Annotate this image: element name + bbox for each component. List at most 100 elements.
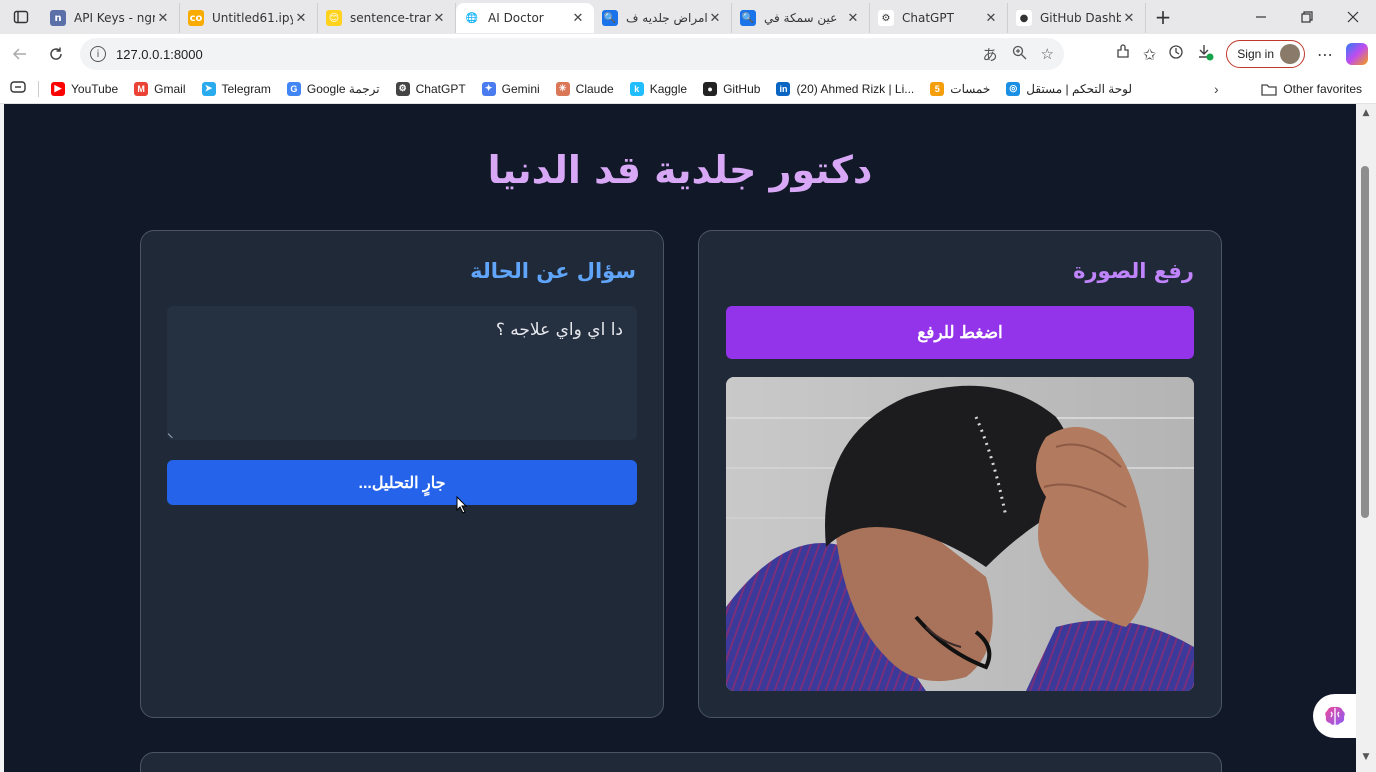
tab-1[interactable]: co Untitled61.ipynb✕ (180, 3, 318, 33)
upload-card: رفع الصورة اضغط للرفع (698, 230, 1222, 718)
new-tab-button[interactable]: + (1146, 0, 1180, 34)
tab-2[interactable]: 😊 sentence-transformers✕ (318, 3, 456, 33)
tab-close-icon[interactable]: ✕ (155, 11, 171, 26)
copilot-icon[interactable] (1346, 43, 1368, 65)
bookmarks-bar: ▶ YouTube M Gmail ➤ Telegram G Google ترجمة ⚙ Cha… (0, 74, 1376, 104)
analyze-button[interactable]: جارٍ التحليل... (167, 460, 637, 505)
tab-close-icon[interactable]: ✕ (570, 11, 586, 26)
url-text[interactable]: 127.0.0.1:8000 (116, 47, 203, 62)
bookmark-favicon-icon: 5 (930, 81, 945, 96)
bookmark-item[interactable]: 5 خمسات (930, 81, 991, 96)
more-menu-icon[interactable]: ⋯ (1317, 45, 1334, 64)
sign-in-button[interactable]: Sign in (1226, 40, 1305, 68)
results-card (140, 752, 1222, 772)
downloads-icon[interactable] (1196, 43, 1214, 65)
tab-title: sentence-transformers (350, 11, 431, 25)
minimize-button[interactable] (1238, 0, 1284, 34)
read-aloud-icon[interactable]: あ (983, 44, 998, 65)
page-scrollbar[interactable]: ▲ ▼ (1356, 104, 1376, 772)
tab-title: امراض جلديه ف (626, 11, 707, 25)
tab-favicon-icon: 😊 (326, 10, 342, 26)
bookmark-favicon-icon: ◎ (1006, 81, 1021, 96)
zoom-icon[interactable] (1012, 45, 1027, 64)
bookmark-label: Telegram (221, 81, 271, 96)
back-arrow-icon (12, 48, 26, 60)
other-favorites[interactable]: Other favorites (1261, 74, 1362, 104)
browser-toolbar: i 127.0.0.1:8000 あ ☆ ✩ Sign in ⋯ (0, 34, 1376, 74)
extensions-icon[interactable] (1115, 44, 1131, 64)
bookmark-label: GitHub (723, 81, 761, 96)
bookmark-item[interactable]: k Kaggle (629, 81, 688, 96)
bookmark-label: YouTube (71, 81, 119, 96)
other-favorites-label: Other favorites (1283, 82, 1362, 96)
scroll-down-icon[interactable]: ▼ (1356, 752, 1376, 768)
close-icon (1347, 11, 1359, 23)
bookmark-item[interactable]: ➤ Telegram (201, 81, 271, 96)
tab-title: Untitled61.ipynb (212, 11, 293, 25)
tab-favicon-icon: ⚙ (878, 10, 894, 26)
bookmark-item[interactable]: ● GitHub (703, 81, 761, 96)
tab-3[interactable]: 🌐 AI Doctor ✕ (456, 3, 594, 33)
brain-icon (1325, 706, 1345, 725)
bookmarks-divider (38, 80, 39, 97)
folder-icon (1261, 84, 1277, 96)
upload-button[interactable]: اضغط للرفع (726, 306, 1194, 359)
restore-icon (1301, 11, 1313, 23)
bookmark-favicon-icon: ▶ (51, 81, 65, 96)
tab-close-icon[interactable]: ✕ (431, 11, 447, 26)
page-title: دكتور جلدية قد الدنيا (487, 148, 873, 192)
close-window-button[interactable] (1330, 0, 1376, 34)
bookmark-item[interactable]: M Gmail (134, 81, 186, 96)
bookmark-item[interactable]: ⚙ ChatGPT (395, 81, 466, 96)
bookmark-item[interactable]: ✳ Claude (555, 81, 614, 96)
tab-close-icon[interactable]: ✕ (983, 11, 999, 26)
bookmark-label: لوحة التحكم | مستقل (1026, 81, 1132, 96)
scroll-up-icon[interactable]: ▲ (1356, 108, 1376, 124)
bookmark-label: خمسات (950, 81, 991, 96)
favorites-icon[interactable]: ✩ (1143, 45, 1156, 64)
tab-6[interactable]: ⚙ ChatGPT ✕ (870, 3, 1008, 33)
bookmark-item[interactable]: ◎ لوحة التحكم | مستقل (1006, 81, 1132, 96)
bookmark-item[interactable]: in (20) Ahmed Rizk | Li... (776, 81, 914, 96)
bookmark-item[interactable]: ✦ Gemini (481, 81, 540, 96)
site-info-icon[interactable]: i (90, 46, 106, 62)
tab-close-icon[interactable]: ✕ (1121, 11, 1137, 26)
tab-strip: nAPI Keys - ngrok✕coUntitled61.ipynb✕ 😊 se… (0, 0, 1376, 34)
bookmark-label: Kaggle (649, 81, 688, 96)
uploaded-image-preview (726, 377, 1194, 691)
tab-7[interactable]: ● GitHub Dashboard✕ (1008, 3, 1146, 33)
bookmark-item[interactable]: ▶ YouTube (51, 81, 119, 96)
collections-icon[interactable] (10, 80, 26, 97)
question-textarea[interactable]: دا اي واي علاجه ؟ (167, 306, 637, 440)
bookmark-label: ChatGPT (415, 81, 466, 96)
reload-button[interactable] (38, 36, 74, 72)
back-button[interactable] (2, 36, 38, 72)
chevron-right-icon[interactable]: › (1214, 74, 1219, 104)
bookmark-item[interactable]: G Google ترجمة (286, 81, 380, 96)
scrollbar-thumb[interactable] (1361, 166, 1369, 518)
tab-0[interactable]: n API Keys - ngrok✕ (42, 3, 180, 33)
minimize-icon (1256, 16, 1266, 18)
bookmark-label: Gemini (501, 81, 540, 96)
tab-close-icon[interactable]: ✕ (845, 11, 861, 26)
tab-title: GitHub Dashboard (1040, 11, 1121, 25)
tab-actions-button[interactable] (0, 0, 42, 34)
tab-4[interactable]: 🔍 امراض جلديه ف ✕ (594, 3, 732, 33)
tab-favicon-icon: n (50, 10, 66, 26)
bookmark-favicon-icon: ✦ (481, 81, 496, 96)
tab-close-icon[interactable]: ✕ (707, 11, 723, 26)
tab-close-icon[interactable]: ✕ (293, 11, 309, 26)
ai-assistant-button[interactable] (1313, 694, 1356, 738)
bookmark-favicon-icon: k (629, 81, 644, 96)
tab-title: عين سمكة في (764, 11, 838, 25)
restore-button[interactable] (1284, 0, 1330, 34)
bookmark-favicon-icon: M (134, 81, 149, 96)
tab-5[interactable]: 🔍 عين سمكة في ✕ (732, 3, 870, 33)
favorite-star-icon[interactable]: ☆ (1041, 45, 1054, 63)
address-bar[interactable]: i 127.0.0.1:8000 あ ☆ (80, 38, 1064, 70)
history-icon[interactable] (1168, 44, 1184, 64)
bookmark-favicon-icon: ⚙ (395, 81, 410, 96)
reload-icon (50, 47, 62, 60)
tab-title: ChatGPT (902, 11, 954, 25)
bookmark-favicon-icon: ● (703, 81, 718, 96)
